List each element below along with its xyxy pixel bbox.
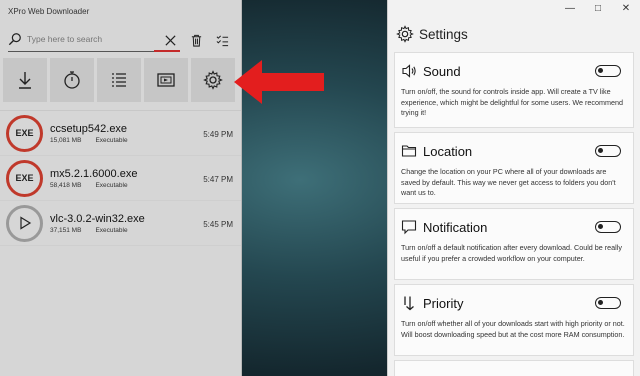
download-item[interactable]: EXE mx5.2.1.6000.exe 58,418 MB Executabl… — [0, 156, 241, 201]
card-description: Turn on/off, the sound for controls insi… — [401, 87, 623, 117]
exe-icon: EXE — [6, 114, 43, 152]
file-type: Executable — [95, 136, 128, 144]
speaker-icon — [402, 64, 416, 78]
media-button[interactable] — [144, 58, 188, 102]
next-setting-card — [394, 360, 634, 376]
list-button[interactable] — [97, 58, 141, 102]
download-time: 5:47 PM — [203, 175, 233, 184]
card-description: Turn on/off whether all of your download… — [401, 319, 625, 339]
download-button[interactable] — [3, 58, 47, 102]
card-description: Change the location on your PC where all… — [401, 167, 616, 197]
trash-icon — [191, 34, 201, 47]
file-name: ccsetup542.exe — [50, 122, 128, 135]
folder-icon — [401, 145, 417, 157]
gear-icon — [396, 25, 414, 43]
card-description: Turn on/off a default notification after… — [401, 243, 622, 263]
main-toolbar — [0, 54, 241, 110]
downloader-window: XPro Web Downloader Type here to search … — [0, 0, 242, 376]
close-button[interactable]: ✕ — [612, 0, 640, 18]
search-underline — [8, 51, 167, 52]
gear-icon — [203, 70, 223, 90]
downloads-list: EXE ccsetup542.exe 15,081 MB Executable … — [0, 110, 241, 246]
settings-window: — □ ✕ Settings Sound Turn on/off, the so… — [387, 0, 640, 376]
schedule-button[interactable] — [50, 58, 94, 102]
card-title: Sound — [423, 63, 461, 79]
priority-toggle[interactable] — [595, 297, 621, 309]
card-title: Notification — [423, 219, 488, 235]
file-size: 58,418 MB — [50, 181, 82, 189]
file-size: 37,151 MB — [50, 226, 82, 234]
priority-icon — [404, 296, 414, 311]
search-icon — [8, 32, 22, 46]
sound-card: Sound Turn on/off, the sound for control… — [394, 52, 634, 128]
red-arrow-annotation — [234, 60, 324, 104]
play-icon[interactable] — [6, 204, 43, 242]
download-icon — [19, 72, 31, 89]
settings-button[interactable] — [191, 58, 235, 102]
card-title: Priority — [423, 295, 464, 311]
download-time: 5:49 PM — [203, 130, 233, 139]
search-input[interactable] — [27, 34, 147, 44]
card-title: Location — [423, 143, 473, 159]
maximize-button[interactable]: □ — [584, 0, 612, 18]
file-name: vlc-3.0.2-win32.exe — [50, 212, 145, 225]
file-name: mx5.2.1.6000.exe — [50, 167, 138, 180]
search-actions — [157, 30, 235, 50]
window-controls: — □ ✕ — [556, 0, 640, 18]
file-type: Executable — [95, 226, 128, 234]
exe-icon: EXE — [6, 159, 43, 197]
checklist-icon — [216, 34, 228, 46]
file-type: Executable — [95, 181, 128, 189]
clear-search-button[interactable] — [157, 30, 183, 50]
location-card: Location Change the location on your PC … — [394, 132, 634, 204]
priority-card: Priority Turn on/off whether all of your… — [394, 284, 634, 356]
page-title: Settings — [419, 26, 468, 42]
list-icon — [112, 73, 126, 87]
download-time: 5:45 PM — [203, 220, 233, 229]
notification-card: Notification Turn on/off a default notif… — [394, 208, 634, 280]
chat-bubble-icon — [401, 220, 417, 235]
download-item[interactable]: EXE ccsetup542.exe 15,081 MB Executable … — [0, 111, 241, 156]
active-indicator — [154, 50, 180, 52]
window-title: XPro Web Downloader — [8, 7, 90, 16]
close-icon — [164, 34, 176, 46]
search-bar — [0, 24, 241, 54]
timer-icon — [64, 71, 80, 89]
media-icon — [157, 73, 175, 87]
notification-toggle[interactable] — [595, 221, 621, 233]
location-toggle[interactable] — [595, 145, 621, 157]
select-list-button[interactable] — [209, 30, 235, 50]
download-item[interactable]: vlc-3.0.2-win32.exe 37,151 MB Executable… — [0, 201, 241, 246]
minimize-button[interactable]: — — [556, 0, 584, 18]
sound-toggle[interactable] — [595, 65, 621, 77]
file-size: 15,081 MB — [50, 136, 82, 144]
delete-button[interactable] — [183, 30, 209, 50]
